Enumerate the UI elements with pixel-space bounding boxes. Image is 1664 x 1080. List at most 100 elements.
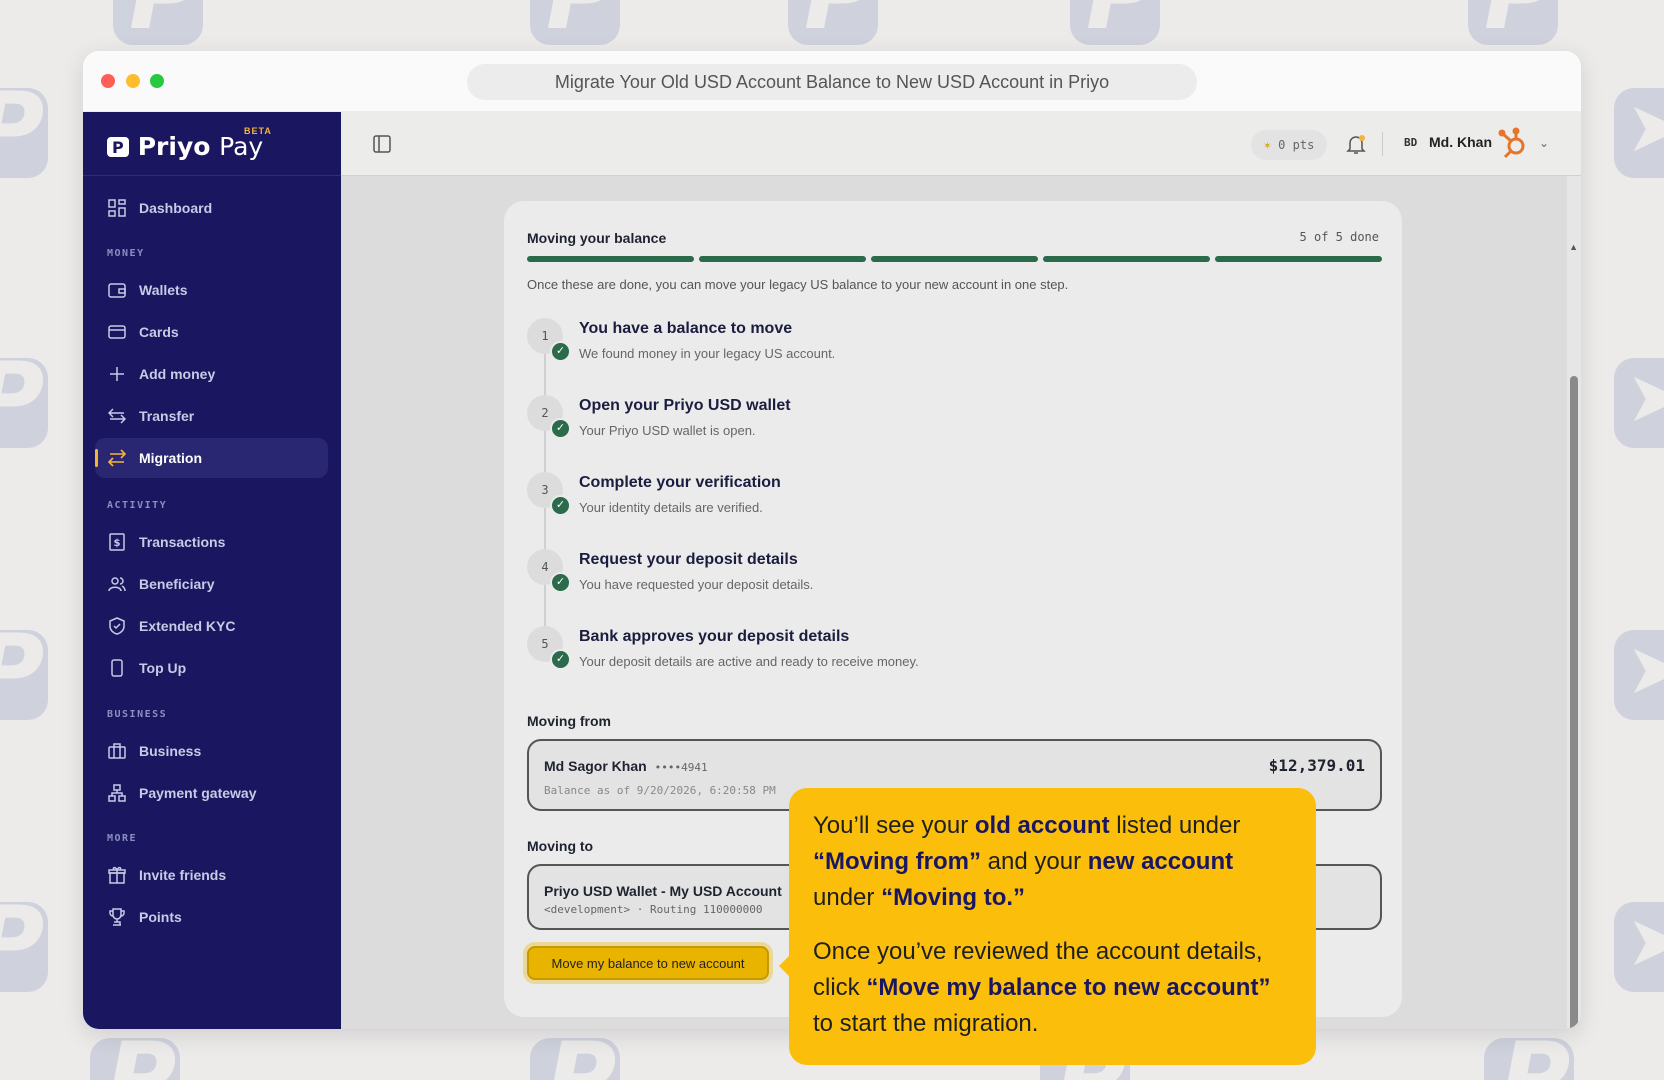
trophy-icon [107,907,127,927]
step-title: Open your Priyo USD wallet [579,397,791,414]
sidebar-item-extended-kyc[interactable]: Extended KYC [95,606,328,646]
watermark-logo [1468,0,1558,45]
brand: P Priyo Pay BETA [83,112,341,176]
sidebar-item-transactions[interactable]: $ Transactions [95,522,328,562]
briefcase-icon [107,741,127,761]
callout-emphasis: old account [974,812,1110,839]
sidebar-item-points[interactable]: Points [95,897,328,937]
dollar-doc-icon: $ [107,532,127,552]
sidebar-item-label: Beneficiary [139,576,215,592]
scrollbar[interactable]: ▲ [1567,176,1581,1029]
callout-paragraph-1: You’ll see your old account listed under… [813,808,1292,916]
watermark-logo [90,1038,180,1080]
step-item: 3 ✓ Complete your verification Your iden… [527,472,1367,532]
progress-segment [871,256,1038,262]
callout-text: You’ll see your [813,812,975,839]
sidebar-item-top-up[interactable]: Top Up [95,648,328,688]
watermark-logo [1070,0,1160,45]
brand-suffix: Pay [219,132,264,161]
migration-icon [107,448,127,468]
network-icon [107,783,127,803]
country-code: BD [1404,136,1418,149]
sidebar-item-label: Points [139,909,182,925]
callout-text: to start the migration. [813,1010,1039,1037]
close-window-button[interactable] [101,74,115,88]
watermark-logo [113,0,203,45]
sidebar-item-label: Cards [139,324,179,340]
progress-segment [699,256,866,262]
gift-icon [107,865,127,885]
sidebar-item-add-money[interactable]: Add money [95,354,328,394]
scrollbar-thumb[interactable] [1570,376,1578,1029]
callout-emphasis: “Moving to.” [881,884,1026,911]
svg-text:P: P [112,138,124,157]
svg-text:$: $ [114,538,121,549]
scroll-up-arrow-icon[interactable]: ▲ [1569,242,1578,252]
balance-timestamp: Balance as of 9/20/2026, 6:20:58 PM [544,784,776,797]
intro-text: Once these are done, you can move your l… [527,277,1069,292]
section-money: MONEY [107,248,145,259]
bell-icon[interactable] [1344,132,1368,156]
step-title: Complete your verification [579,474,781,491]
maximize-window-button[interactable] [150,74,164,88]
address-bar[interactable]: Migrate Your Old USD Account Balance to … [467,64,1197,100]
progress-bar [527,256,1382,262]
sidebar-item-cards[interactable]: Cards [95,312,328,352]
progress-segment [527,256,694,262]
sidebar-item-payment-gateway[interactable]: Payment gateway [95,773,328,813]
step-description: You have requested your deposit details. [579,577,814,592]
step-title: Bank approves your deposit details [579,628,850,645]
move-balance-button[interactable]: Move my balance to new account [527,946,769,980]
card-icon [107,322,127,342]
watermark-logo [1484,1038,1574,1080]
progress-segment [1215,256,1382,262]
step-item: 4 ✓ Request your deposit details You hav… [527,549,1367,609]
sidebar-toggle-icon[interactable] [373,135,391,158]
sidebar-item-invite-friends[interactable]: Invite friends [95,855,328,895]
check-icon: ✓ [550,649,571,670]
check-icon: ✓ [550,418,571,439]
users-icon [107,574,127,594]
priyo-pay-logo[interactable]: P Priyo Pay [107,132,263,161]
sidebar-item-dashboard[interactable]: Dashboard [95,188,328,228]
points-badge[interactable]: ✶ 0 pts [1251,130,1327,160]
divider [1382,132,1383,156]
step-item: 1 ✓ You have a balance to move We found … [527,318,1367,378]
moving-to-label: Moving to [527,838,594,854]
watermark-logo [530,1038,620,1080]
account-mask: ••••4941 [654,761,708,774]
chevron-down-icon[interactable]: ⌄ [1539,136,1549,150]
sparkle-icon: ✶ [1263,138,1271,152]
watermark-logo [0,630,48,720]
tutorial-callout: You’ll see your old account listed under… [779,788,1316,1065]
hubspot-avatar-icon[interactable] [1496,126,1530,160]
section-business: BUSINESS [107,709,168,720]
sidebar-item-label: Transfer [139,408,195,424]
watermark-logo [0,88,48,178]
minimize-window-button[interactable] [126,74,140,88]
account-holder: Md Sagor Khan [544,758,647,774]
sidebar-item-wallets[interactable]: Wallets [95,270,328,310]
priyo-logo-icon: P [107,137,129,157]
progress-count: 5 of 5 done [1299,230,1379,244]
step-title: Request your deposit details [579,551,798,568]
sidebar-item-migration[interactable]: Migration [95,438,328,478]
account-name: Md Sagor Khan ••••4941 [544,758,708,774]
account-name: Priyo USD Wallet - My USD Account [544,883,782,899]
grid-icon [107,198,127,218]
user-name[interactable]: Md. Khan [1429,134,1492,150]
sidebar-item-label: Dashboard [139,200,213,216]
section-activity: ACTIVITY [107,500,168,511]
check-icon: ✓ [550,572,571,593]
top-bar: ✶ 0 pts BD Md. Khan ⌄ [341,112,1581,176]
sidebar-item-business[interactable]: Business [95,731,328,771]
section-more: MORE [107,833,138,844]
brand-name: Priyo [137,132,211,161]
sidebar-item-beneficiary[interactable]: Beneficiary [95,564,328,604]
callout-text: and your [981,848,1088,875]
callout-emphasis: new account [1087,848,1234,875]
watermark-logo [0,902,48,992]
sidebar-item-transfer[interactable]: Transfer [95,396,328,436]
sidebar-item-label: Add money [139,366,216,382]
callout-text: under [813,884,882,911]
